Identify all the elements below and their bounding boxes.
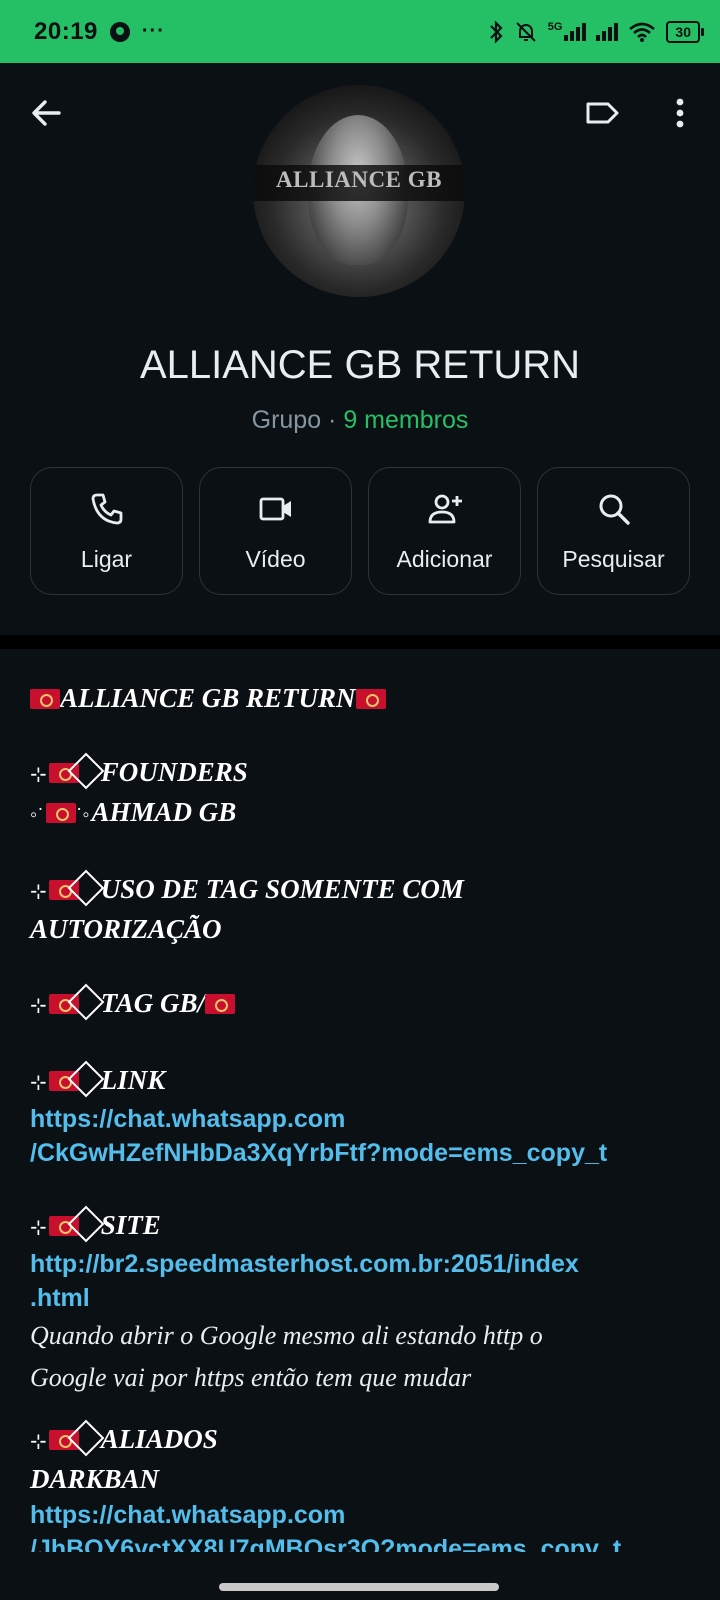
video-label: Vídeo	[245, 545, 306, 572]
call-label: Ligar	[80, 545, 133, 572]
site-link[interactable]: http://br2.speedmasterhost.com.br:2051/i…	[30, 1247, 710, 1281]
group-header: ALLIANCE GB ALLIANCE GB RETURN Grupo · 9…	[0, 63, 720, 635]
diamond-icon	[67, 1060, 105, 1098]
navigation-bar	[0, 1560, 720, 1600]
status-bar: 20:19 ··· 5G 30	[0, 0, 720, 63]
founders-heading: FOUNDERS	[100, 757, 248, 787]
battery-icon: 30	[666, 20, 704, 43]
tag-heading-line: ⊹ TAG GB/	[30, 983, 710, 1025]
group-subtitle: Grupo · 9 membros	[0, 406, 720, 435]
allies-heading: ALIADOS	[100, 1424, 218, 1454]
ally-link-cont[interactable]: /JhBOY6yctXX8U7qMBOsr3O?mode=ems_copy_t	[30, 1532, 710, 1552]
muted-bell-icon	[516, 21, 536, 42]
add-member-button[interactable]: Adicionar	[368, 467, 521, 595]
sparkle-icon: ⊹	[30, 764, 47, 786]
whatsapp-notification-icon	[109, 21, 130, 42]
link-heading-line: ⊹ LINK	[30, 1060, 710, 1102]
add-person-icon	[428, 494, 462, 523]
sparkle-icon: ⊹	[30, 1431, 47, 1453]
site-link-cont[interactable]: .html	[30, 1281, 710, 1315]
diamond-icon	[67, 983, 105, 1021]
site-heading: SITE	[100, 1210, 161, 1240]
add-member-label: Adicionar	[396, 545, 493, 572]
founders-heading-line: ⊹ FOUNDERS	[30, 752, 710, 794]
diamond-icon	[67, 752, 105, 790]
back-arrow-icon[interactable]	[26, 93, 66, 133]
founder-line: ◦˙ ˙◦AHMAD GB	[30, 794, 710, 834]
bluetooth-icon	[489, 19, 503, 44]
network-type: 5G	[547, 20, 563, 33]
sparkle-icon: ⊹	[30, 1217, 47, 1239]
tag-rule-line-2: AUTORIZAÇÃO	[30, 914, 222, 944]
video-button[interactable]: Vídeo	[199, 467, 352, 595]
tag-rule-text: USO DE TAG SOMENTE COM	[100, 874, 464, 904]
site-note-cont: Google vai por https então tem que mudar	[30, 1363, 472, 1392]
more-options-icon[interactable]	[660, 93, 700, 133]
diamond-icon	[67, 1419, 105, 1457]
section-divider	[0, 635, 720, 649]
status-icons: 5G 30	[488, 19, 704, 44]
ally-name: DARKBAN	[30, 1464, 160, 1494]
search-button[interactable]: Pesquisar	[537, 467, 690, 595]
group-description: ALLIANCE GB RETURN ⊹ FOUNDERS ◦˙ ˙◦AHMAD G…	[30, 680, 710, 1552]
allies-heading-line: ⊹ ALIADOS	[30, 1419, 710, 1461]
site-heading-line: ⊹ SITE	[30, 1205, 710, 1247]
wifi-icon	[629, 22, 656, 42]
site-note: Quando abrir o Google mesmo ali estando …	[30, 1321, 543, 1350]
more-notifications-icon: ···	[141, 20, 165, 42]
avatar-text: ALLIANCE GB	[276, 167, 442, 192]
diamond-icon	[67, 1205, 105, 1243]
video-icon	[259, 497, 291, 520]
sparkle-icon: ⊹	[30, 1072, 47, 1094]
description-title-line: ALLIANCE GB RETURN	[30, 680, 710, 717]
sparkle-icon: ⊹	[30, 881, 47, 903]
group-invite-link-cont[interactable]: /CkGwHZefNHbDa3XqYrbFtf?mode=ems_copy_t	[30, 1136, 710, 1170]
isle-of-man-flag-icon	[45, 803, 76, 823]
dot-icon: ◦˙	[30, 804, 44, 826]
group-avatar[interactable]: ALLIANCE GB	[253, 85, 465, 297]
action-buttons: Ligar Vídeo Adicionar Pesquisar	[30, 467, 690, 595]
description-title: ALLIANCE GB RETURN	[60, 683, 356, 713]
isle-of-man-flag-icon	[30, 689, 60, 709]
group-invite-link[interactable]: https://chat.whatsapp.com	[30, 1102, 710, 1136]
group-type: Grupo ·	[251, 406, 344, 434]
search-label: Pesquisar	[562, 545, 665, 572]
members-count[interactable]: 9 membros	[343, 406, 468, 434]
isle-of-man-flag-icon	[205, 994, 236, 1014]
home-gesture-bar[interactable]	[219, 1583, 499, 1591]
isle-of-man-flag-icon	[355, 689, 386, 709]
phone-icon	[91, 493, 122, 524]
signal-icon	[564, 22, 587, 41]
link-heading: LINK	[100, 1065, 166, 1095]
dot-icon: ˙◦	[75, 804, 90, 826]
call-button[interactable]: Ligar	[30, 467, 183, 595]
tag-heading: TAG GB/	[100, 988, 206, 1018]
status-time: 20:19	[34, 17, 98, 45]
founder-name: AHMAD GB	[91, 797, 237, 827]
label-icon[interactable]	[582, 93, 622, 133]
group-name: ALLIANCE GB RETURN	[139, 343, 581, 387]
diamond-icon	[67, 869, 105, 907]
ally-link[interactable]: https://chat.whatsapp.com	[30, 1498, 710, 1532]
sparkle-icon: ⊹	[30, 995, 47, 1017]
tag-rule-line: ⊹ USO DE TAG SOMENTE COM	[30, 869, 710, 911]
signal-2-icon	[596, 22, 619, 41]
search-icon	[599, 494, 630, 525]
